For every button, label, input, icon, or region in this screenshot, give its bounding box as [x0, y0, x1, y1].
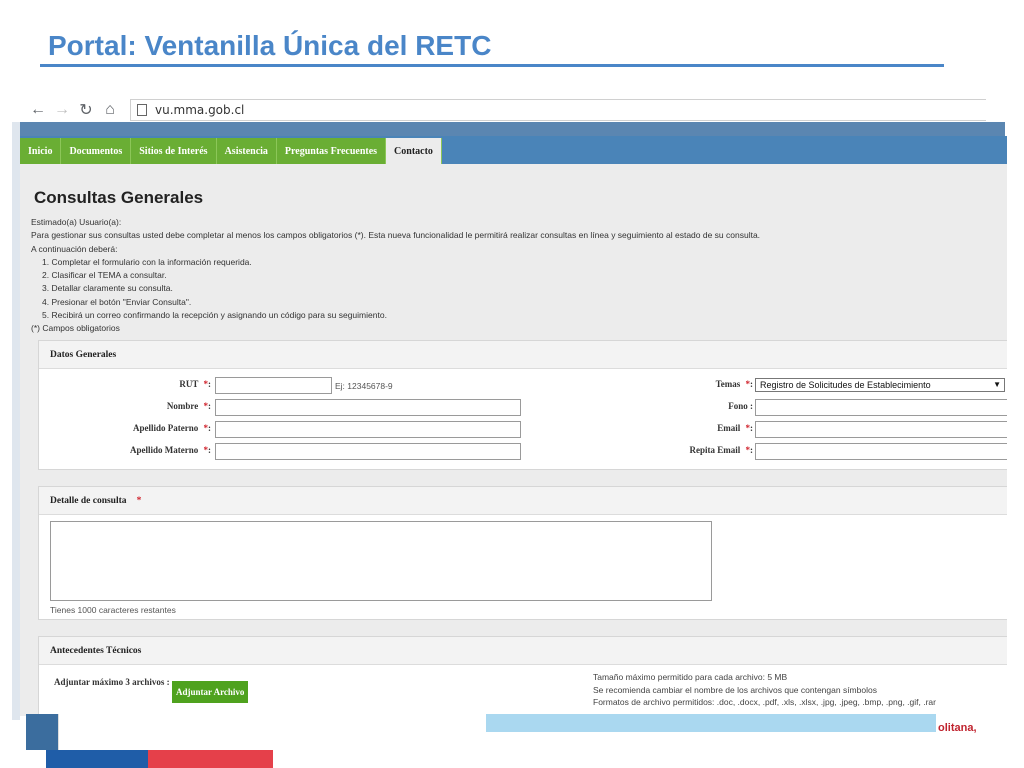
reload-icon[interactable]: ↻ [74, 98, 98, 122]
temas-label: Temas *: [715, 379, 753, 389]
intro-step: 5. Recibirá un correo confirmando la rec… [42, 310, 387, 321]
email-input[interactable] [755, 421, 1007, 438]
url-text: vu.mma.gob.cl [155, 102, 245, 117]
email-label: Email *: [717, 423, 753, 433]
rut-label: RUT *: [179, 379, 211, 389]
address-bar[interactable]: vu.mma.gob.cl [130, 98, 986, 121]
adjuntar-label: Adjuntar máximo 3 archivos : [54, 677, 170, 687]
menu-item-inicio[interactable]: Inicio [20, 138, 62, 164]
menu-item-asistencia[interactable]: Asistencia [216, 138, 277, 164]
datos-generales-title: Datos Generales [39, 341, 1007, 369]
page-heading: Consultas Generales [34, 188, 204, 207]
slide: Portal: Ventanilla Única del RETC ← → ↻ … [0, 0, 1024, 768]
background-strip [12, 122, 20, 720]
nombre-input[interactable] [215, 399, 521, 416]
fono-label: Fono : [728, 401, 753, 411]
browser-toolbar: ← → ↻ ⌂ vu.mma.gob.cl [26, 97, 986, 123]
site-header-band [20, 122, 1005, 136]
detalle-panel: Detalle de consulta * Tienes 1000 caract… [38, 486, 1007, 620]
detalle-textarea[interactable] [50, 521, 712, 601]
intro-step: 1. Completar el formulario con la inform… [42, 256, 252, 267]
adjuntar-archivo-button[interactable]: Adjuntar Archivo [172, 681, 249, 703]
forward-arrow-icon[interactable]: → [50, 98, 74, 122]
slide-title: Portal: Ventanilla Única del RETC [48, 30, 492, 61]
corner-text: olitana, [938, 722, 977, 734]
repita-email-input[interactable] [755, 443, 1007, 460]
apellido-paterno-label: Apellido Paterno *: [133, 423, 211, 433]
antecedentes-panel: Antecedentes Técnicos Adjuntar máximo 3 … [38, 636, 1007, 716]
fono-input[interactable] [755, 399, 1007, 416]
file-info-line: Tamaño máximo permitido para cada archiv… [593, 672, 788, 682]
apellido-materno-input[interactable] [215, 443, 521, 460]
menu-item-documentos[interactable]: Documentos [61, 138, 132, 164]
intro-step: 2. Clasificar el TEMA a consultar. [42, 270, 167, 281]
file-info: Tamaño máximo permitido para cada archiv… [593, 671, 936, 709]
datos-generales-panel: Datos Generales RUT *: Ej: 12345678-9 No… [38, 340, 1007, 470]
title-underline [40, 64, 944, 67]
top-menu: Inicio Documentos Sitios de Interés Asis… [20, 136, 1007, 164]
intro-step: 3. Detallar claramente su consulta. [42, 283, 173, 294]
char-counter: Tienes 1000 caracteres restantes [50, 605, 176, 615]
temas-selected: Registro de Solicitudes de Establecimien… [760, 380, 931, 390]
intro-greeting: Estimado(a) Usuario(a): [31, 217, 122, 227]
file-info-line: Se recomienda cambiar el nombre de los a… [593, 684, 877, 695]
detalle-title: Detalle de consulta * [39, 487, 1007, 515]
intro-step: 4. Presionar el botón "Enviar Consulta". [42, 296, 192, 307]
web-page: Inicio Documentos Sitios de Interés Asis… [20, 136, 1007, 716]
intro-text: Estimado(a) Usuario(a): Para gestionar s… [31, 216, 760, 336]
flag-red-bar [148, 750, 273, 768]
intro-steps: 1. Completar el formulario con la inform… [31, 256, 760, 322]
home-icon[interactable]: ⌂ [98, 98, 122, 122]
apellido-paterno-input[interactable] [215, 421, 521, 438]
rut-hint: Ej: 12345678-9 [335, 381, 393, 391]
back-arrow-icon[interactable]: ← [26, 98, 50, 122]
page-icon [137, 103, 147, 116]
file-info-line: Formatos de archivo permitidos: .doc, .d… [593, 697, 936, 707]
menu-item-sitios[interactable]: Sitios de Interés [131, 138, 217, 164]
footer-lightblue-band [486, 714, 936, 732]
rut-input[interactable] [215, 377, 332, 394]
nombre-label: Nombre *: [166, 401, 211, 411]
flag-blue-bar [46, 750, 148, 768]
antecedentes-title: Antecedentes Técnicos [39, 637, 1007, 665]
intro-line2: A continuación deberá: [31, 243, 118, 254]
dropdown-arrow-icon: ▼ [993, 380, 1001, 389]
menu-item-preguntas[interactable]: Preguntas Frecuentes [276, 138, 387, 164]
repita-email-label: Repita Email *: [689, 445, 754, 455]
apellido-materno-label: Apellido Materno *: [130, 445, 211, 455]
intro-footnote: (*) Campos obligatorios [31, 323, 120, 334]
footer-white-panel [58, 714, 486, 750]
intro-line1: Para gestionar sus consultas usted debe … [31, 230, 761, 241]
temas-select[interactable]: Registro de Solicitudes de Establecimien… [755, 378, 1005, 392]
menu-item-contacto[interactable]: Contacto [386, 138, 442, 164]
